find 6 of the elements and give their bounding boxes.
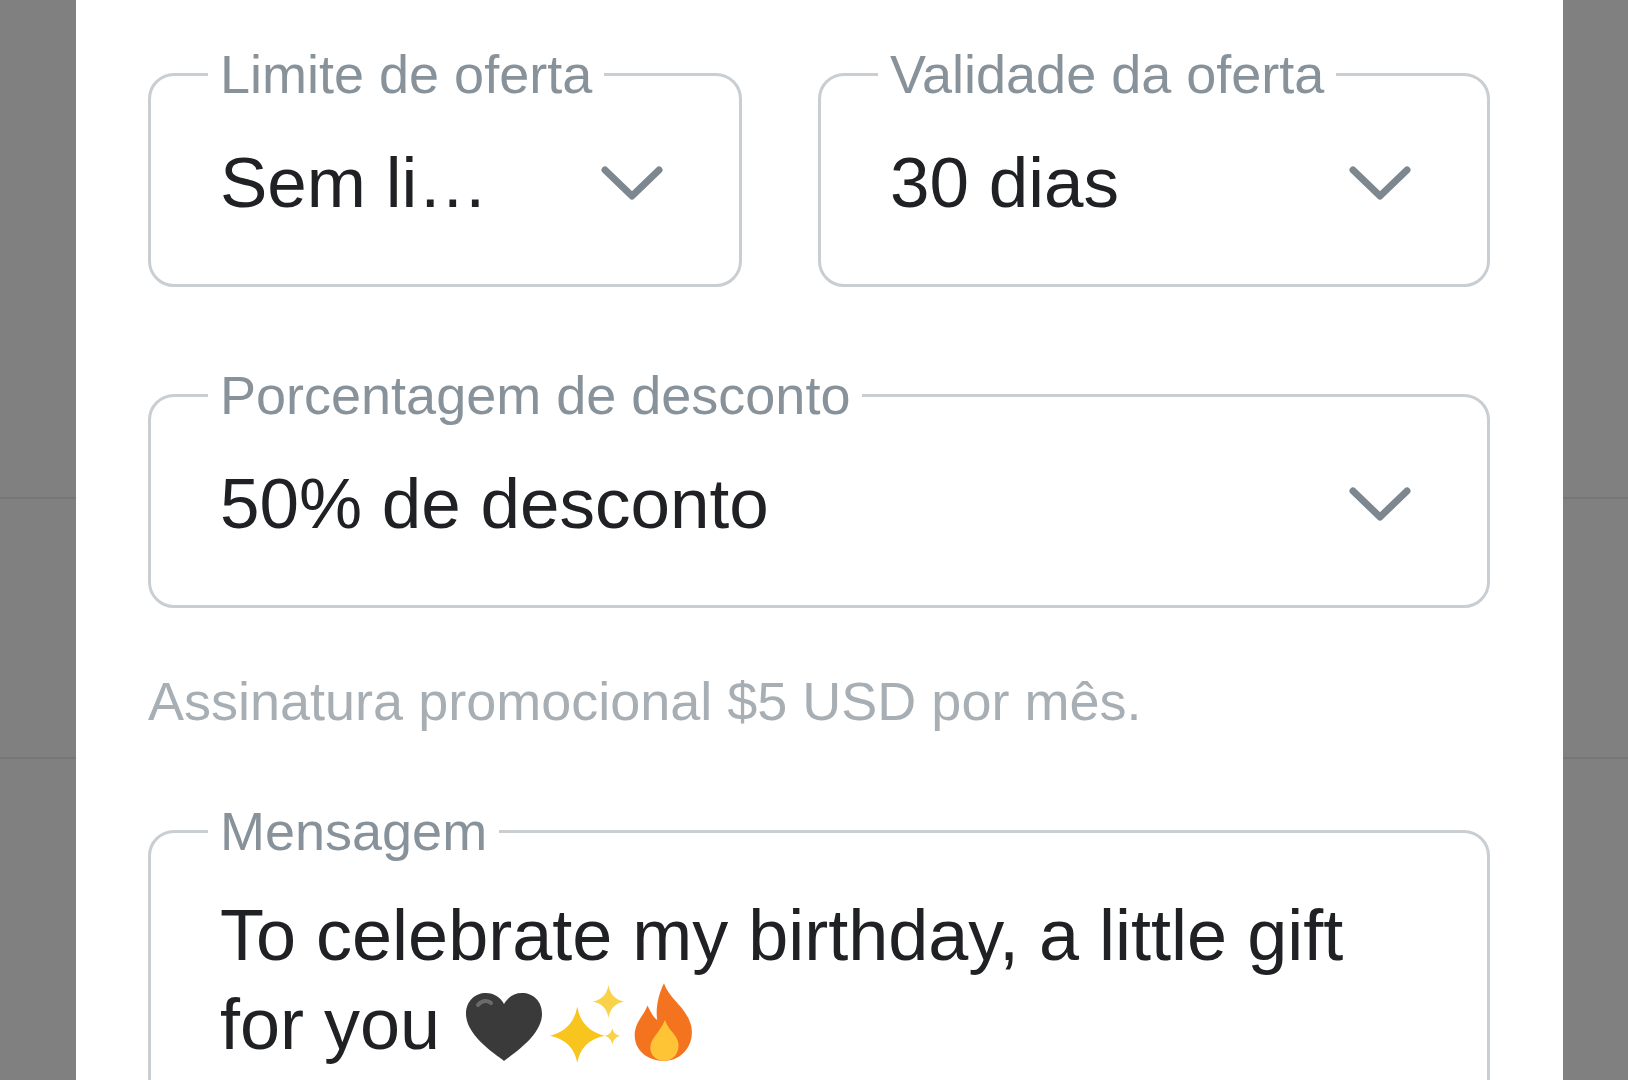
chevron-down-icon xyxy=(1349,487,1411,521)
sparkles-icon xyxy=(548,985,627,1063)
heart-icon xyxy=(464,991,545,1063)
chevron-down-icon xyxy=(1349,166,1411,200)
chevron-down-icon xyxy=(601,166,663,200)
helper-text: Assinatura promocional $5 USD por mês. xyxy=(148,670,1143,732)
